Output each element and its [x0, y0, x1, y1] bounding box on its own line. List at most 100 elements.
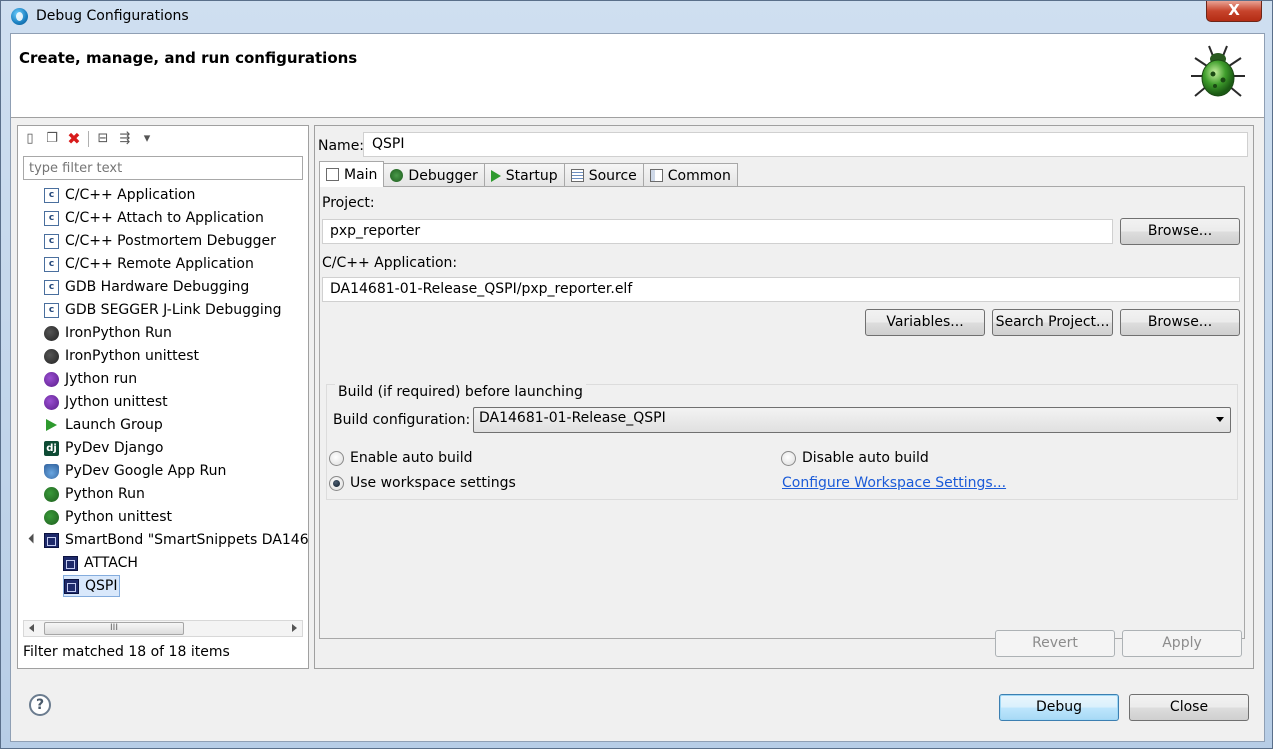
scrollbar-thumb[interactable]: III [44, 622, 184, 635]
configure-workspace-settings-link[interactable]: Configure Workspace Settings... [782, 475, 1006, 491]
application-browse-button[interactable]: Browse... [1120, 309, 1240, 336]
tree-item-launch-group[interactable]: Launch Group [44, 414, 163, 436]
build-configuration-select[interactable]: DA14681-01-Release_QSPI [473, 407, 1231, 433]
tree-item-qspi[interactable]: QSPI [63, 575, 121, 597]
tree-item-label: SmartBond "SmartSnippets DA1468 [65, 532, 308, 548]
close-button[interactable]: Close [1129, 694, 1249, 721]
filter-status-text: Filter matched 18 of 18 items [23, 644, 230, 660]
tab-label: Common [667, 167, 731, 184]
tree-item-label: PyDev Django [65, 440, 164, 456]
view-menu-chevron-down-icon[interactable]: ▾ [139, 131, 155, 147]
main-tab-icon [326, 168, 339, 181]
scroll-left-icon[interactable] [29, 624, 34, 632]
name-input[interactable]: QSPI [363, 132, 1248, 157]
duplicate-configuration-icon[interactable]: ❐ [44, 131, 60, 147]
build-group-title: Build (if required) before launching [335, 384, 586, 400]
tree-item-smartbond[interactable]: SmartBond "SmartSnippets DA1468 [44, 529, 308, 551]
tab-debugger[interactable]: Debugger [383, 163, 485, 187]
tree-item-gdb-segger[interactable]: c GDB SEGGER J-Link Debugging [44, 299, 282, 321]
tree-item-jython-run[interactable]: Jython run [44, 368, 137, 390]
enable-auto-build-option[interactable]: Enable auto build [329, 450, 473, 466]
window-close-button[interactable]: X [1206, 1, 1262, 22]
name-label: Name: [318, 138, 365, 154]
build-configuration-value: DA14681-01-Release_QSPI [479, 410, 666, 426]
tree-item-label: C/C++ Application [65, 187, 196, 203]
tab-label: Startup [505, 167, 558, 184]
c-app-icon: c [44, 256, 59, 272]
c-application-label: C/C++ Application: [322, 255, 458, 271]
debug-button[interactable]: Debug [999, 694, 1119, 721]
delete-configuration-icon[interactable]: ✖ [66, 131, 82, 147]
tree-item-jython-unittest[interactable]: Jython unittest [44, 391, 168, 413]
tree-item-label: Python Run [65, 486, 145, 502]
tree-item-pydev-django[interactable]: dj PyDev Django [44, 437, 163, 459]
tree-item-ironpython-unittest[interactable]: IronPython unittest [44, 345, 199, 367]
python-icon [44, 325, 59, 341]
search-project-button[interactable]: Search Project... [992, 309, 1113, 336]
c-app-icon: c [44, 187, 59, 203]
python-icon [44, 509, 59, 525]
launch-group-icon [46, 419, 57, 431]
dropdown-arrow-icon [1216, 417, 1224, 422]
tree-item-c-postmortem[interactable]: c C/C++ Postmortem Debugger [44, 230, 276, 252]
tab-label: Source [588, 167, 637, 184]
tab-source[interactable]: Source [563, 163, 644, 187]
apply-button[interactable]: Apply [1122, 630, 1242, 657]
help-icon[interactable]: ? [29, 694, 51, 716]
new-configuration-icon[interactable]: ▯ [22, 131, 38, 147]
debugger-bug-icon [390, 169, 404, 182]
tree-item-ironpython-run[interactable]: IronPython Run [44, 322, 172, 344]
tab-common[interactable]: Common [642, 163, 738, 187]
c-app-icon: c [44, 302, 59, 318]
google-app-icon [44, 463, 59, 479]
revert-button[interactable]: Revert [995, 630, 1115, 657]
use-workspace-settings-option[interactable]: Use workspace settings [329, 475, 516, 491]
tree-item-c-remote[interactable]: c C/C++ Remote Application [44, 253, 254, 275]
jython-icon [44, 371, 59, 387]
use-workspace-settings-radio[interactable] [329, 475, 344, 491]
configuration-editor-panel: Name: QSPI Main Debugger Startup Source [314, 125, 1254, 669]
enable-auto-build-radio[interactable] [329, 450, 344, 466]
startup-play-icon [490, 169, 501, 182]
tree-item-label: IronPython Run [65, 325, 172, 341]
radio-label: Enable auto build [350, 450, 473, 466]
project-browse-button[interactable]: Browse... [1120, 218, 1240, 245]
tree-item-python-unittest[interactable]: Python unittest [44, 506, 172, 528]
c-app-icon: c [44, 210, 59, 226]
horizontal-scrollbar[interactable]: III [23, 620, 303, 637]
tree-item-label: ATTACH [84, 555, 138, 571]
filter-configurations-icon[interactable]: ⇶ [117, 131, 133, 147]
tree-item-label: Jython run [65, 371, 138, 387]
tree-item-attach[interactable]: ATTACH [63, 552, 138, 574]
tree-item-label: Launch Group [65, 417, 163, 433]
collapse-all-icon[interactable]: ⊟ [95, 131, 111, 147]
filter-input[interactable] [23, 156, 303, 180]
tree-item-c-attach[interactable]: c C/C++ Attach to Application [44, 207, 264, 229]
tab-startup[interactable]: Startup [483, 163, 565, 187]
tree-item-pydev-google-app[interactable]: PyDev Google App Run [44, 460, 226, 482]
build-group: Build (if required) before launching Bui… [326, 384, 1238, 500]
tab-bar: Main Debugger Startup Source Common [319, 161, 738, 187]
radio-label: Disable auto build [802, 450, 929, 466]
expand-collapse-triangle-icon[interactable] [28, 533, 39, 544]
variables-button[interactable]: Variables... [865, 309, 985, 336]
main-tab-panel: Project: pxp_reporter Browse... C/C++ Ap… [319, 186, 1245, 639]
scroll-right-icon[interactable] [292, 624, 297, 632]
project-label: Project: [322, 195, 375, 211]
smartbond-icon [64, 578, 79, 594]
tab-main[interactable]: Main [319, 161, 385, 187]
python-icon [44, 486, 59, 502]
tree-item-label: Python unittest [65, 509, 172, 525]
list-toolbar: ▯ ❐ ✖ ⊟ ⇶ ▾ [22, 129, 155, 149]
tree-item-python-run[interactable]: Python Run [44, 483, 145, 505]
c-application-input[interactable]: DA14681-01-Release_QSPI/pxp_reporter.elf [322, 277, 1240, 302]
disable-auto-build-option[interactable]: Disable auto build [781, 450, 929, 466]
tab-label: Debugger [408, 167, 478, 184]
tab-label: Main [344, 166, 378, 183]
tree-item-gdb-hardware[interactable]: c GDB Hardware Debugging [44, 276, 249, 298]
project-input[interactable]: pxp_reporter [322, 219, 1113, 244]
tree-item-c-application[interactable]: c C/C++ Application [44, 184, 195, 206]
smartbond-icon [44, 532, 59, 548]
disable-auto-build-radio[interactable] [781, 450, 796, 466]
debug-configurations-window: Debug Configurations X Create, manage, a… [0, 0, 1273, 749]
